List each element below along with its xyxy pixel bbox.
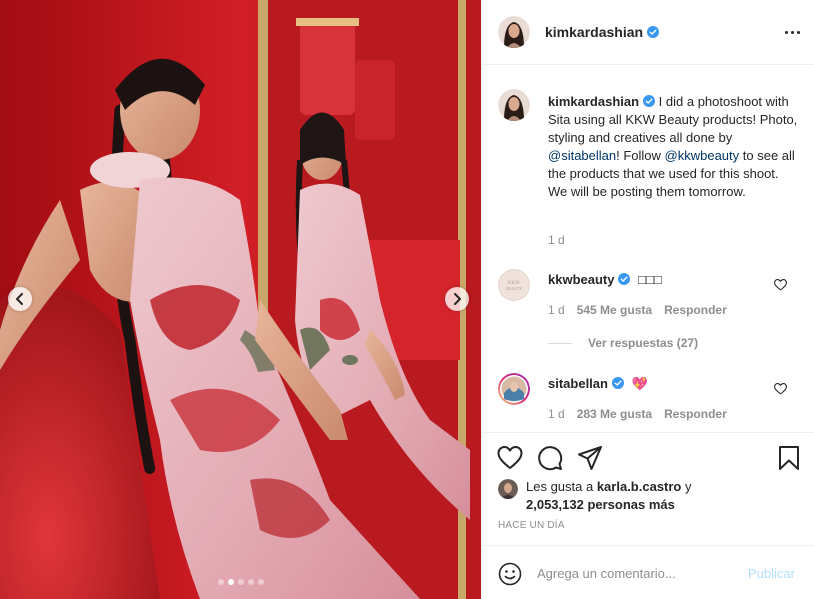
commenter-username[interactable]: sitabellan	[548, 376, 608, 391]
emoji-icon[interactable]	[498, 562, 522, 586]
more-options-button[interactable]	[782, 24, 802, 40]
like-comment-heart-icon[interactable]	[774, 383, 787, 395]
likes-summary: Les gusta a karla.b.castro y 2,053,132 p…	[498, 478, 798, 514]
comment-text: 💖	[631, 376, 648, 391]
comment-input[interactable]	[537, 563, 737, 583]
like-comment-heart-icon[interactable]	[774, 279, 787, 291]
caption-text: ! Follow	[616, 148, 665, 163]
comment-body: sitabellan 💖	[548, 375, 648, 393]
mention-link[interactable]: @sitabellan	[548, 148, 616, 163]
view-replies-button[interactable]: Ver respuestas (27)	[548, 336, 698, 350]
caption-author-avatar[interactable]	[498, 89, 530, 121]
comment-likes[interactable]: 545 Me gusta	[577, 303, 652, 317]
comment-time[interactable]: 1 d	[548, 303, 565, 317]
comment-meta: 1 d 283 Me gusta Responder	[548, 407, 727, 421]
liker-username[interactable]: karla.b.castro	[597, 479, 682, 494]
view-replies-label: Ver respuestas (27)	[588, 336, 699, 350]
carousel-dot	[217, 579, 224, 585]
comment-likes[interactable]: 283 Me gusta	[577, 407, 652, 421]
author-username[interactable]: kimkardashian	[545, 24, 660, 40]
carousel-dot	[227, 579, 234, 585]
post-media[interactable]	[0, 0, 481, 599]
liker-avatar[interactable]	[498, 479, 518, 499]
post-timestamp[interactable]: HACE UN DÍA	[498, 520, 565, 531]
author-avatar[interactable]	[498, 16, 530, 48]
post-photo	[0, 0, 481, 599]
carousel-indicator	[0, 579, 481, 585]
previous-photo-button[interactable]	[8, 287, 32, 311]
commenter-avatar[interactable]	[498, 373, 530, 405]
verified-badge-icon	[643, 95, 656, 107]
comment-composer: Publicar	[482, 545, 814, 599]
caption-author-username[interactable]: kimkardashian	[548, 94, 639, 109]
carousel-dot	[247, 579, 254, 585]
verified-badge-icon	[618, 273, 631, 285]
reply-button[interactable]: Responder	[664, 303, 727, 317]
chevron-left-icon	[16, 293, 23, 305]
mention-link[interactable]: @kkwbeauty	[665, 148, 740, 163]
comment-body: kkwbeauty □□□	[548, 271, 662, 289]
svg-text:BEAUTY: BEAUTY	[506, 286, 522, 291]
verified-badge-icon	[611, 377, 624, 389]
post-detail-panel: kimkardashian kimkardashian I did a phot…	[481, 0, 814, 599]
share-icon[interactable]	[577, 445, 603, 471]
commenter-username[interactable]: kkwbeauty	[548, 272, 614, 287]
likes-count[interactable]: 2,053,132 personas más	[526, 497, 675, 512]
comment-icon[interactable]	[537, 445, 563, 471]
carousel-dot	[257, 579, 264, 585]
carousel-dot	[237, 579, 244, 585]
verified-badge-icon	[647, 26, 660, 38]
publish-button[interactable]: Publicar	[748, 566, 795, 581]
comment-meta: 1 d 545 Me gusta Responder	[548, 303, 727, 317]
comment-time[interactable]: 1 d	[548, 407, 565, 421]
post-header: kimkardashian	[482, 0, 814, 65]
bookmark-icon[interactable]	[776, 445, 802, 471]
chevron-right-icon	[454, 293, 461, 305]
next-photo-button[interactable]	[445, 287, 469, 311]
reply-button[interactable]: Responder	[664, 407, 727, 421]
caption-time[interactable]: 1 d	[548, 233, 565, 247]
likes-text: Les gusta a karla.b.castro y 2,053,132 p…	[526, 479, 692, 512]
comment-text: □□□	[638, 272, 662, 287]
post-actions-bar	[482, 432, 814, 482]
heart-icon[interactable]	[497, 445, 523, 471]
post-caption: kimkardashian I did a photoshoot with Si…	[548, 93, 798, 201]
commenter-avatar[interactable]: KKW BEAUTY	[498, 269, 530, 301]
